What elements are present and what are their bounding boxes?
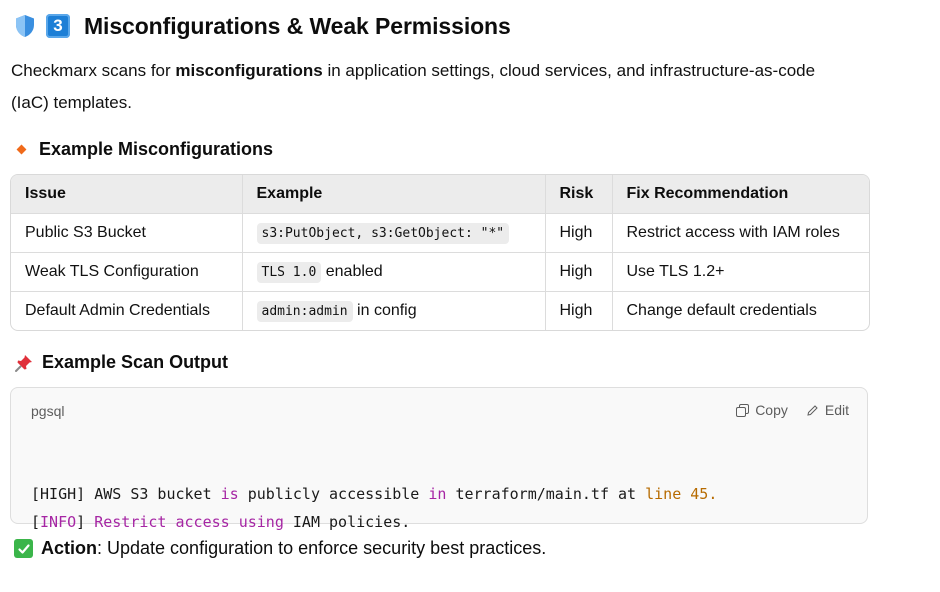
fix-cell: Use TLS 1.2+ — [612, 252, 869, 292]
fix-cell: Change default credentials — [626, 302, 817, 319]
column-header: Example — [242, 175, 546, 214]
copy-icon — [736, 403, 750, 417]
code-content: [HIGH] AWS S3 bucket is publicly accessi… — [31, 452, 717, 592]
example-cell: admin:admin in config — [242, 291, 546, 330]
intro-bold: misconfigurations — [175, 61, 323, 80]
action-line: Action: Update configuration to enforce … — [14, 538, 546, 559]
code-line: [INFO] Restrict access using IAM policie… — [31, 513, 411, 531]
inline-code: s3:PutObject, s3:GetObject: "*" — [256, 223, 510, 244]
issue-cell: Default Admin Credentials — [11, 291, 243, 330]
action-text: : Update configuration to enforce securi… — [97, 538, 547, 558]
section-heading: 3 Misconfigurations & Weak Permissions — [14, 10, 511, 42]
table-row: Weak TLS Configuration TLS 1.0 enabled H… — [11, 252, 869, 292]
diamond-icon — [16, 144, 27, 155]
column-header: Issue — [11, 175, 243, 214]
code-actions: Copy Edit — [736, 402, 849, 418]
table-row: Public S3 Bucket s3:PutObject, s3:GetObj… — [11, 213, 869, 253]
table-section-heading: Example Misconfigurations — [16, 139, 273, 160]
pencil-icon — [807, 404, 818, 416]
number-badge: 3 — [46, 14, 70, 38]
table-header-row: Issue Example Risk Fix Recommendation — [11, 175, 869, 214]
code-line: [HIGH] AWS S3 bucket is publicly accessi… — [31, 485, 718, 503]
intro-paragraph: Checkmarx scans for misconfigurations in… — [11, 61, 816, 112]
section-title: Misconfigurations & Weak Permissions — [84, 12, 511, 39]
action-label: Action — [41, 538, 97, 558]
scan-section-heading: Example Scan Output — [14, 352, 228, 373]
risk-cell: High — [545, 291, 613, 330]
code-block: pgsql Copy Edit [HIGH] AWS S3 bucket is … — [10, 387, 868, 531]
shield-icon — [14, 14, 36, 38]
edit-button[interactable]: Edit — [806, 402, 849, 418]
column-header: Risk — [545, 175, 613, 214]
copy-button[interactable]: Copy — [736, 402, 788, 418]
inline-code: TLS 1.0 — [256, 262, 322, 283]
inline-code: admin:admin — [256, 301, 353, 322]
table-row: Default Admin Credentials admin:admin in… — [11, 291, 869, 330]
example-cell: TLS 1.0 enabled — [242, 252, 546, 292]
issue-cell: Public S3 Bucket — [11, 213, 243, 253]
misconfig-table: Issue Example Risk Fix Recommendation Pu… — [10, 174, 870, 331]
check-icon — [14, 539, 33, 558]
risk-cell: High — [545, 213, 613, 253]
column-header: Fix Recommendation — [612, 175, 869, 214]
issue-cell: Weak TLS Configuration — [11, 252, 243, 292]
example-cell: s3:PutObject, s3:GetObject: "*" — [242, 213, 546, 253]
fix-cell: Restrict access with IAM roles — [612, 213, 869, 253]
risk-cell: High — [545, 252, 613, 292]
pushpin-icon — [14, 353, 34, 373]
code-language-label: pgsql — [31, 403, 65, 419]
